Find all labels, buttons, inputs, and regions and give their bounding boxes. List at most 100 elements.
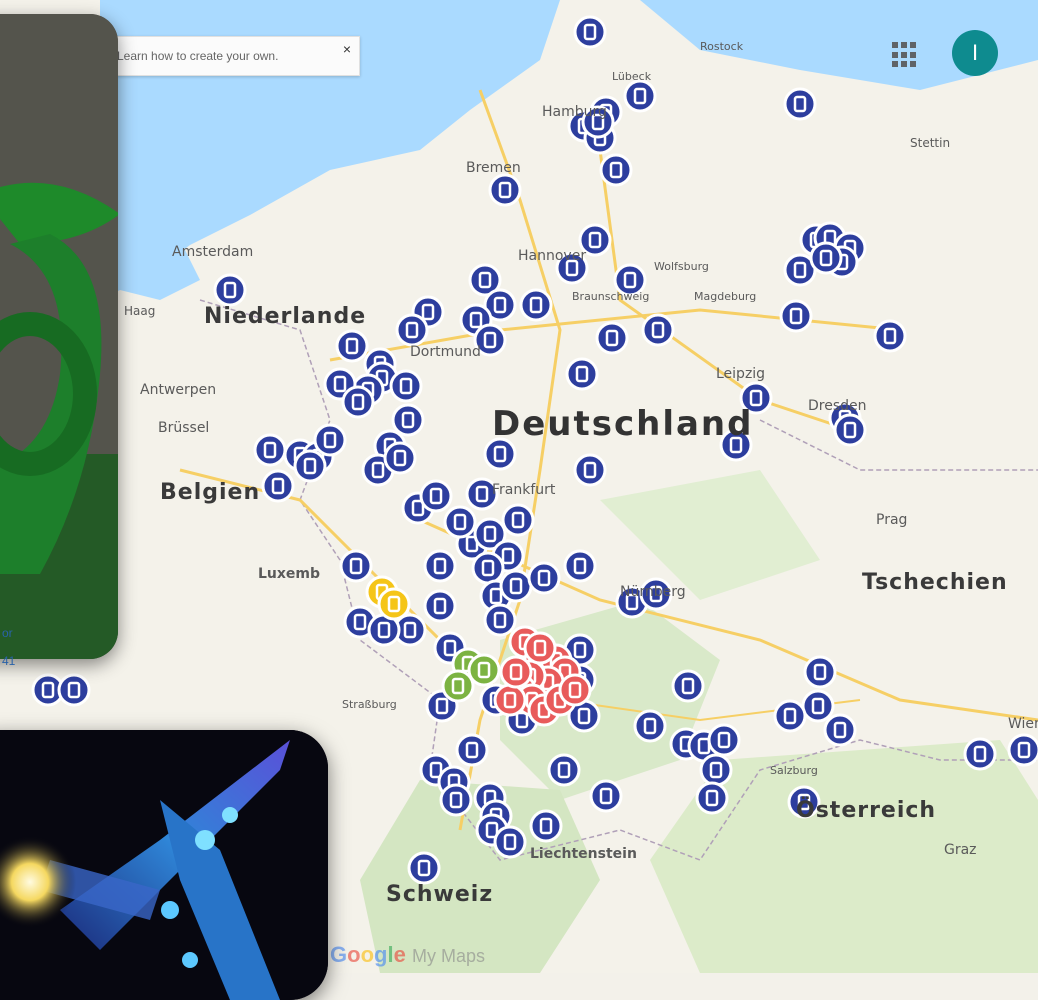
map-marker[interactable] [213, 273, 247, 307]
map-marker[interactable] [573, 15, 607, 49]
map-marker[interactable] [391, 403, 425, 437]
country-label-oesterreich: Österreich [796, 798, 937, 823]
map-marker[interactable] [377, 587, 411, 621]
map-marker[interactable] [253, 433, 287, 467]
country-label-niederlande: Niederlande [204, 304, 367, 329]
led-sculpture-image [0, 730, 328, 1000]
map-marker[interactable] [439, 783, 473, 817]
country-label-liechtenstein: Liechtenstein [530, 846, 637, 862]
map-marker[interactable] [1007, 733, 1038, 767]
map-marker[interactable] [783, 87, 817, 121]
map-marker[interactable] [589, 779, 623, 813]
map-marker[interactable] [873, 319, 907, 353]
map-marker[interactable] [335, 329, 369, 363]
city-label-leipzig: Leipzig [716, 366, 766, 382]
map-marker[interactable] [833, 413, 867, 447]
my-maps-notice: Learn how to create your own. × [108, 36, 360, 76]
map-marker[interactable] [57, 673, 91, 707]
map-marker[interactable] [483, 603, 517, 637]
city-label-nuernberg: Nürnberg [620, 584, 686, 600]
map-marker[interactable] [293, 449, 327, 483]
map-marker[interactable] [493, 683, 527, 717]
map-marker[interactable] [573, 453, 607, 487]
country-label-belgien: Belgien [160, 480, 261, 505]
map-marker[interactable] [455, 733, 489, 767]
city-label-dresden: Dresden [808, 398, 867, 414]
city-label-hamburg: Hamburg [542, 104, 607, 120]
city-label-frankfurt: Frankfurt [492, 482, 556, 498]
city-label-bruessel: Brüssel [158, 420, 210, 436]
map-marker[interactable] [493, 825, 527, 859]
photo-card-led-sculpture [0, 730, 328, 1000]
google-my-maps-logo: Google My Maps [330, 942, 485, 967]
close-icon[interactable]: × [343, 41, 351, 57]
city-label-hannover: Hannover [518, 248, 587, 264]
map-marker[interactable] [599, 153, 633, 187]
city-label-graz: Graz [944, 842, 977, 858]
country-label-tschechien: Tschechien [862, 570, 1008, 595]
city-label-magdeburg: Magdeburg [694, 290, 757, 303]
map-marker[interactable] [423, 589, 457, 623]
city-label-wolfsburg: Wolfsburg [654, 260, 709, 273]
country-label-luxemb: Luxemb [258, 566, 321, 582]
map-marker[interactable] [407, 851, 441, 885]
city-label-luebeck: Lübeck [612, 70, 652, 83]
attribution-top: or [2, 626, 13, 640]
map-marker[interactable] [423, 549, 457, 583]
city-label-wien: Wien [1008, 716, 1038, 732]
map-marker[interactable] [801, 689, 835, 723]
map-marker[interactable] [803, 655, 837, 689]
city-label-prag: Prag [876, 512, 908, 528]
city-label-rostock: Rostock [700, 40, 744, 53]
photo-card-green-figure [0, 14, 118, 659]
map-marker[interactable] [501, 503, 535, 537]
map-marker[interactable] [395, 313, 429, 347]
map-marker[interactable] [963, 737, 997, 771]
city-label-salzburg: Salzburg [770, 764, 818, 777]
map-marker[interactable] [383, 441, 417, 475]
city-label-strassburg: Straßburg [342, 698, 397, 711]
map-marker[interactable] [529, 809, 563, 843]
map-marker[interactable] [499, 655, 533, 689]
map-marker[interactable] [809, 241, 843, 275]
city-label-antwerpen: Antwerpen [140, 382, 217, 398]
map-marker[interactable] [823, 713, 857, 747]
map-marker[interactable] [261, 469, 295, 503]
map-marker[interactable] [699, 753, 733, 787]
country-label-schweiz: Schweiz [386, 882, 494, 907]
city-label-bremen: Bremen [466, 160, 521, 176]
map-marker[interactable] [488, 173, 522, 207]
map-marker[interactable] [595, 321, 629, 355]
map-marker[interactable] [641, 313, 675, 347]
map-marker[interactable] [563, 549, 597, 583]
attribution-bottom: 41 [2, 654, 16, 668]
map-marker[interactable] [547, 753, 581, 787]
map-marker[interactable] [519, 288, 553, 322]
city-label-braunschweig: Braunschweig [572, 290, 650, 303]
map-marker[interactable] [623, 79, 657, 113]
map-marker[interactable] [443, 505, 477, 539]
map-marker[interactable] [313, 423, 347, 457]
apps-grid-icon[interactable] [892, 42, 918, 68]
map-marker[interactable] [527, 561, 561, 595]
account-avatar[interactable]: I [952, 30, 998, 76]
map-marker[interactable] [341, 385, 375, 419]
map-marker[interactable] [633, 709, 667, 743]
map-marker[interactable] [499, 569, 533, 603]
map-marker[interactable] [523, 631, 557, 665]
map-marker[interactable] [671, 669, 705, 703]
map-marker[interactable] [389, 369, 423, 403]
map-marker[interactable] [441, 669, 475, 703]
notice-text: Learn how to create your own. [117, 49, 279, 63]
my-maps-label: My Maps [411, 946, 485, 966]
map-marker[interactable] [419, 479, 453, 513]
city-label-haag: Haag [124, 304, 156, 318]
map-marker[interactable] [773, 699, 807, 733]
map-marker[interactable] [695, 781, 729, 815]
map-marker[interactable] [339, 549, 373, 583]
map-marker[interactable] [707, 723, 741, 757]
map-marker[interactable] [779, 299, 813, 333]
map-marker[interactable] [558, 673, 592, 707]
map-marker[interactable] [471, 551, 505, 585]
map-marker[interactable] [565, 357, 599, 391]
